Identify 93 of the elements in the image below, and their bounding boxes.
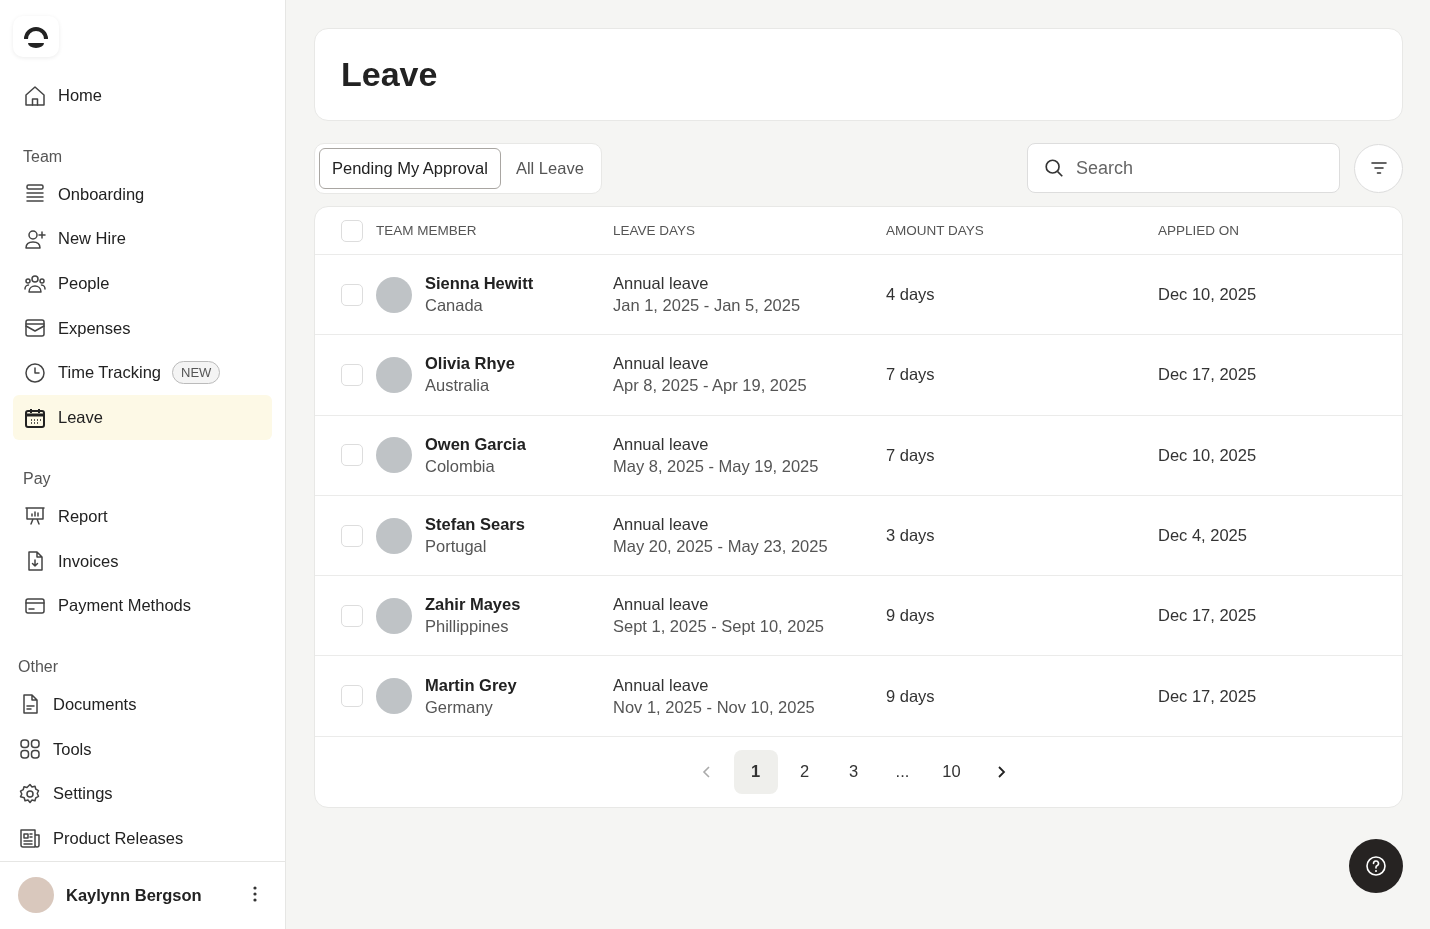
grid-icon [18,737,42,762]
section-heading: Pay [22,469,52,489]
member-country: Phillippines [425,617,510,637]
new-badge: NEW [172,361,221,385]
applied-date: Dec 10, 2025 [1158,285,1258,305]
nav-item[interactable]: People [13,261,272,306]
leave-dates: Apr 8, 2025 - Apr 19, 2025 [613,376,808,396]
applied-date: Dec 17, 2025 [1158,686,1258,706]
avatar [376,437,412,474]
page-button[interactable]: 1 [733,749,778,794]
avatar [376,678,412,715]
user-name: Kaylynn Bergson [66,885,203,905]
applied-date: Dec 4, 2025 [1158,526,1248,546]
avatar [376,597,412,634]
leave-dates: May 8, 2025 - May 19, 2025 [613,456,820,476]
applied-date: Dec 17, 2025 [1158,365,1258,385]
applied-date: Dec 10, 2025 [1158,445,1258,465]
leave-dates: May 20, 2025 - May 23, 2025 [613,537,829,557]
member-country: Germany [425,697,494,717]
chevron-right-icon [995,764,1006,779]
member-name: Martin Grey [425,675,517,695]
member-country: Australia [425,376,491,396]
leave-type: Annual leave [613,434,710,454]
chevron-left-icon [701,764,712,779]
column-header: APPLIED ON [1158,223,1241,238]
page-button[interactable]: ... [880,749,925,794]
page-button[interactable]: 10 [929,749,974,794]
nav-item[interactable]: Product Releases [8,816,272,861]
help-icon [1364,854,1388,878]
nav-item[interactable]: Documents [8,682,272,727]
section-heading: Team [22,146,64,167]
member-name: Owen Garcia [425,434,526,454]
amount-days: 7 days [886,445,1158,465]
nav-item[interactable]: Payment Methods [13,583,272,629]
member-country: Colombia [425,456,496,476]
leave-dates: Sept 1, 2025 - Sept 10, 2025 [613,617,825,637]
member-name: Zahir Mayes [425,595,521,615]
member-name: Olivia Rhye [425,354,515,374]
filter-button[interactable] [1354,143,1403,193]
nav-item[interactable]: Settings [8,771,272,817]
leave-type: Annual leave [613,274,710,294]
checkbox[interactable] [340,604,363,627]
member-name: Stefan Sears [425,515,525,535]
nav-item[interactable]: Expenses [13,305,272,351]
home-icon [23,83,47,108]
nav-item[interactable]: Time Tracking NEW [13,350,272,396]
section-heading: Other [17,657,59,678]
checkbox[interactable] [340,685,363,708]
more-icon [253,885,257,902]
amount-days: 7 days [886,365,1158,385]
leave-dates: Jan 1, 2025 - Jan 5, 2025 [613,296,802,316]
nav-item[interactable]: Report [13,494,272,539]
avatar [376,356,412,393]
member-country: Portugal [425,537,488,557]
amount-days: 9 days [886,686,1158,706]
column-header: LEAVE DAYS [613,223,697,238]
nav-item[interactable]: Tools [8,726,272,772]
leave-type: Annual leave [613,354,710,374]
column-header: TEAM MEMBER [376,223,478,238]
clock-icon [23,361,47,385]
newspaper-icon [18,826,42,851]
nav-item[interactable]: Invoices [13,538,272,584]
nav-item[interactable]: Onboarding [13,171,272,217]
checkbox[interactable] [340,444,363,467]
tab[interactable]: Pending My Approval [319,147,501,189]
avatar [376,276,412,313]
tab[interactable]: All Leave [502,147,597,189]
page-button[interactable]: 3 [831,749,876,794]
member-country: Canada [425,296,484,316]
leave-type: Annual leave [613,515,710,535]
settings-icon [18,781,42,806]
help-button[interactable] [1349,839,1403,893]
member-name: Sienna Hewitt [425,274,534,294]
checkbox[interactable] [340,219,363,242]
amount-days: 3 days [886,526,1158,546]
avatar [376,517,412,554]
checkbox[interactable] [340,524,363,547]
avatar [18,877,54,914]
nav-item[interactable]: Leave [13,395,272,440]
search-field[interactable]: Search [1027,143,1340,193]
checkbox[interactable] [340,363,363,386]
nav-item[interactable]: New Hire [13,216,272,262]
leave-type: Annual leave [613,595,710,615]
leave-dates: Nov 1, 2025 - Nov 10, 2025 [613,697,816,717]
page-button[interactable]: 2 [782,749,827,794]
page-title: Leave [341,55,438,94]
leave-type: Annual leave [613,675,710,695]
column-header: AMOUNT DAYS [886,223,985,238]
checkbox[interactable] [340,283,363,306]
amount-days: 4 days [886,285,1158,305]
nav-item[interactable]: Home [13,73,272,118]
applied-date: Dec 17, 2025 [1158,606,1258,626]
amount-days: 9 days [886,606,1158,626]
